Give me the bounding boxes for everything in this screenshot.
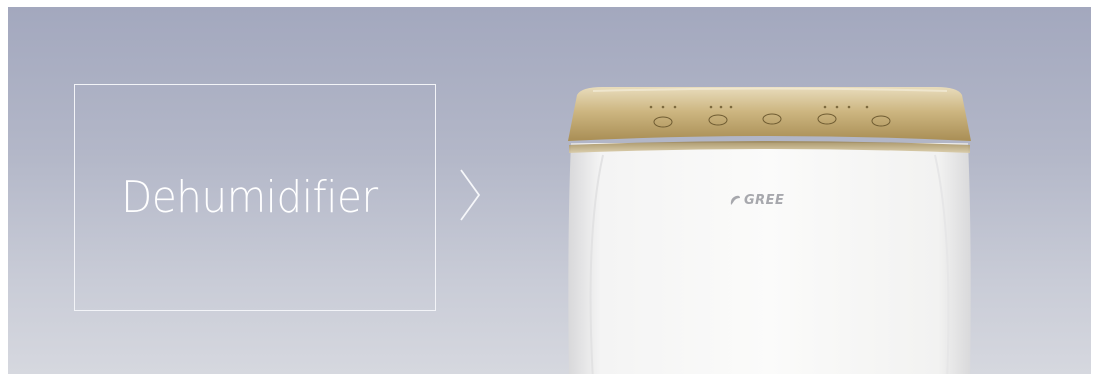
gree-leaf-logo-icon [730, 195, 740, 205]
category-title[interactable]: Dehumidifier [121, 172, 378, 223]
category-frame[interactable]: Dehumidifier [74, 84, 436, 311]
chevron-right-icon[interactable] [458, 167, 482, 223]
brand-logo: GREE [730, 193, 784, 208]
product-banner[interactable]: Dehumidifier GREE [8, 7, 1091, 374]
dehumidifier-image [568, 87, 971, 374]
brand-name: GREE [744, 193, 785, 208]
